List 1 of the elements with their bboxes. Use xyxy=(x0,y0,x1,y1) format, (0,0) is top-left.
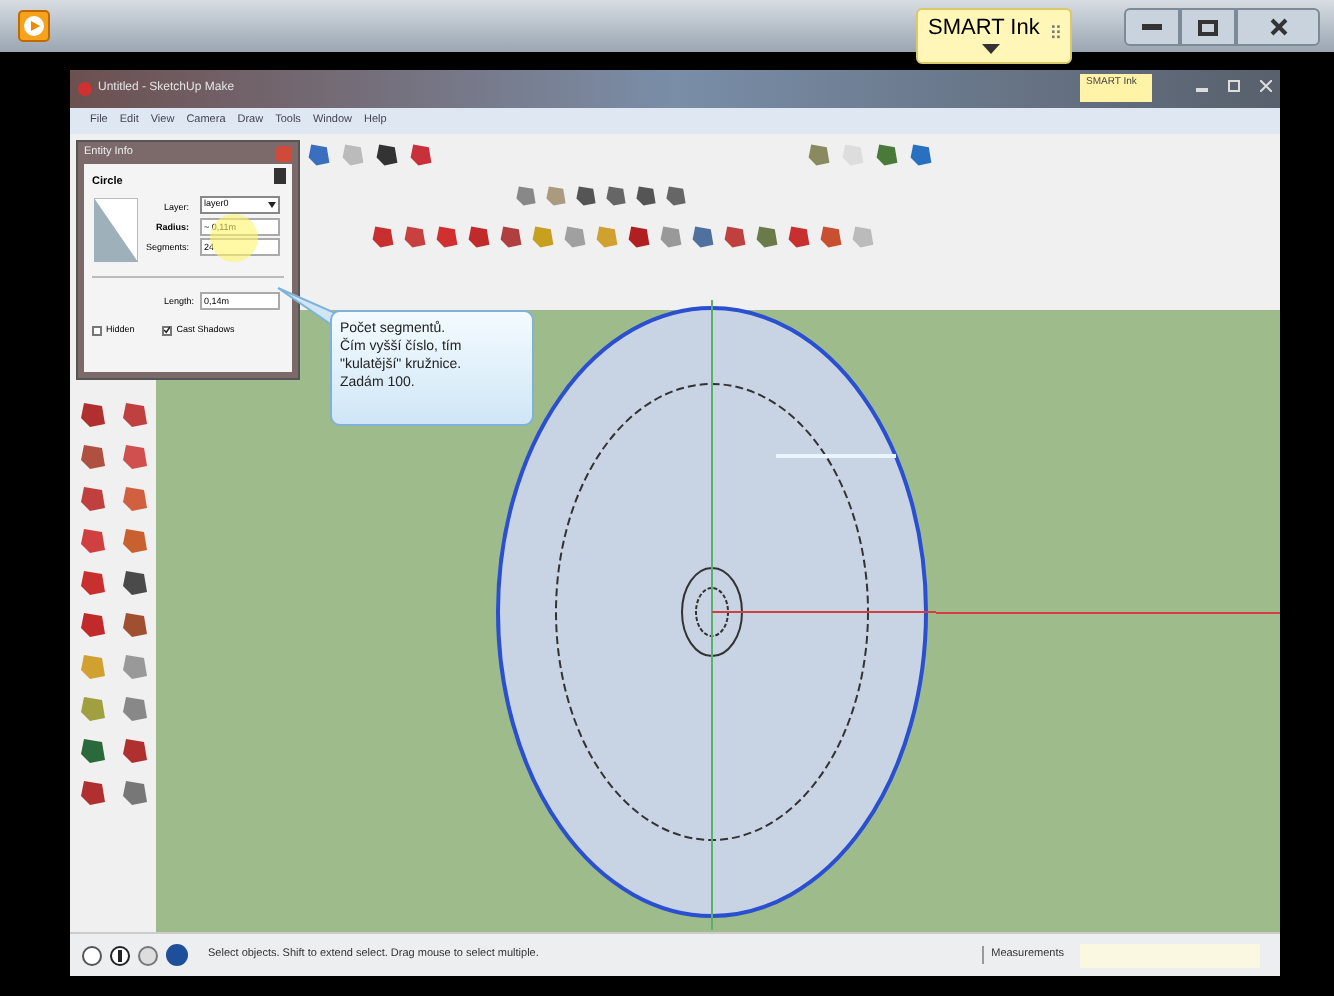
smart-ink-badge[interactable]: SMART Ink xyxy=(916,8,1072,64)
